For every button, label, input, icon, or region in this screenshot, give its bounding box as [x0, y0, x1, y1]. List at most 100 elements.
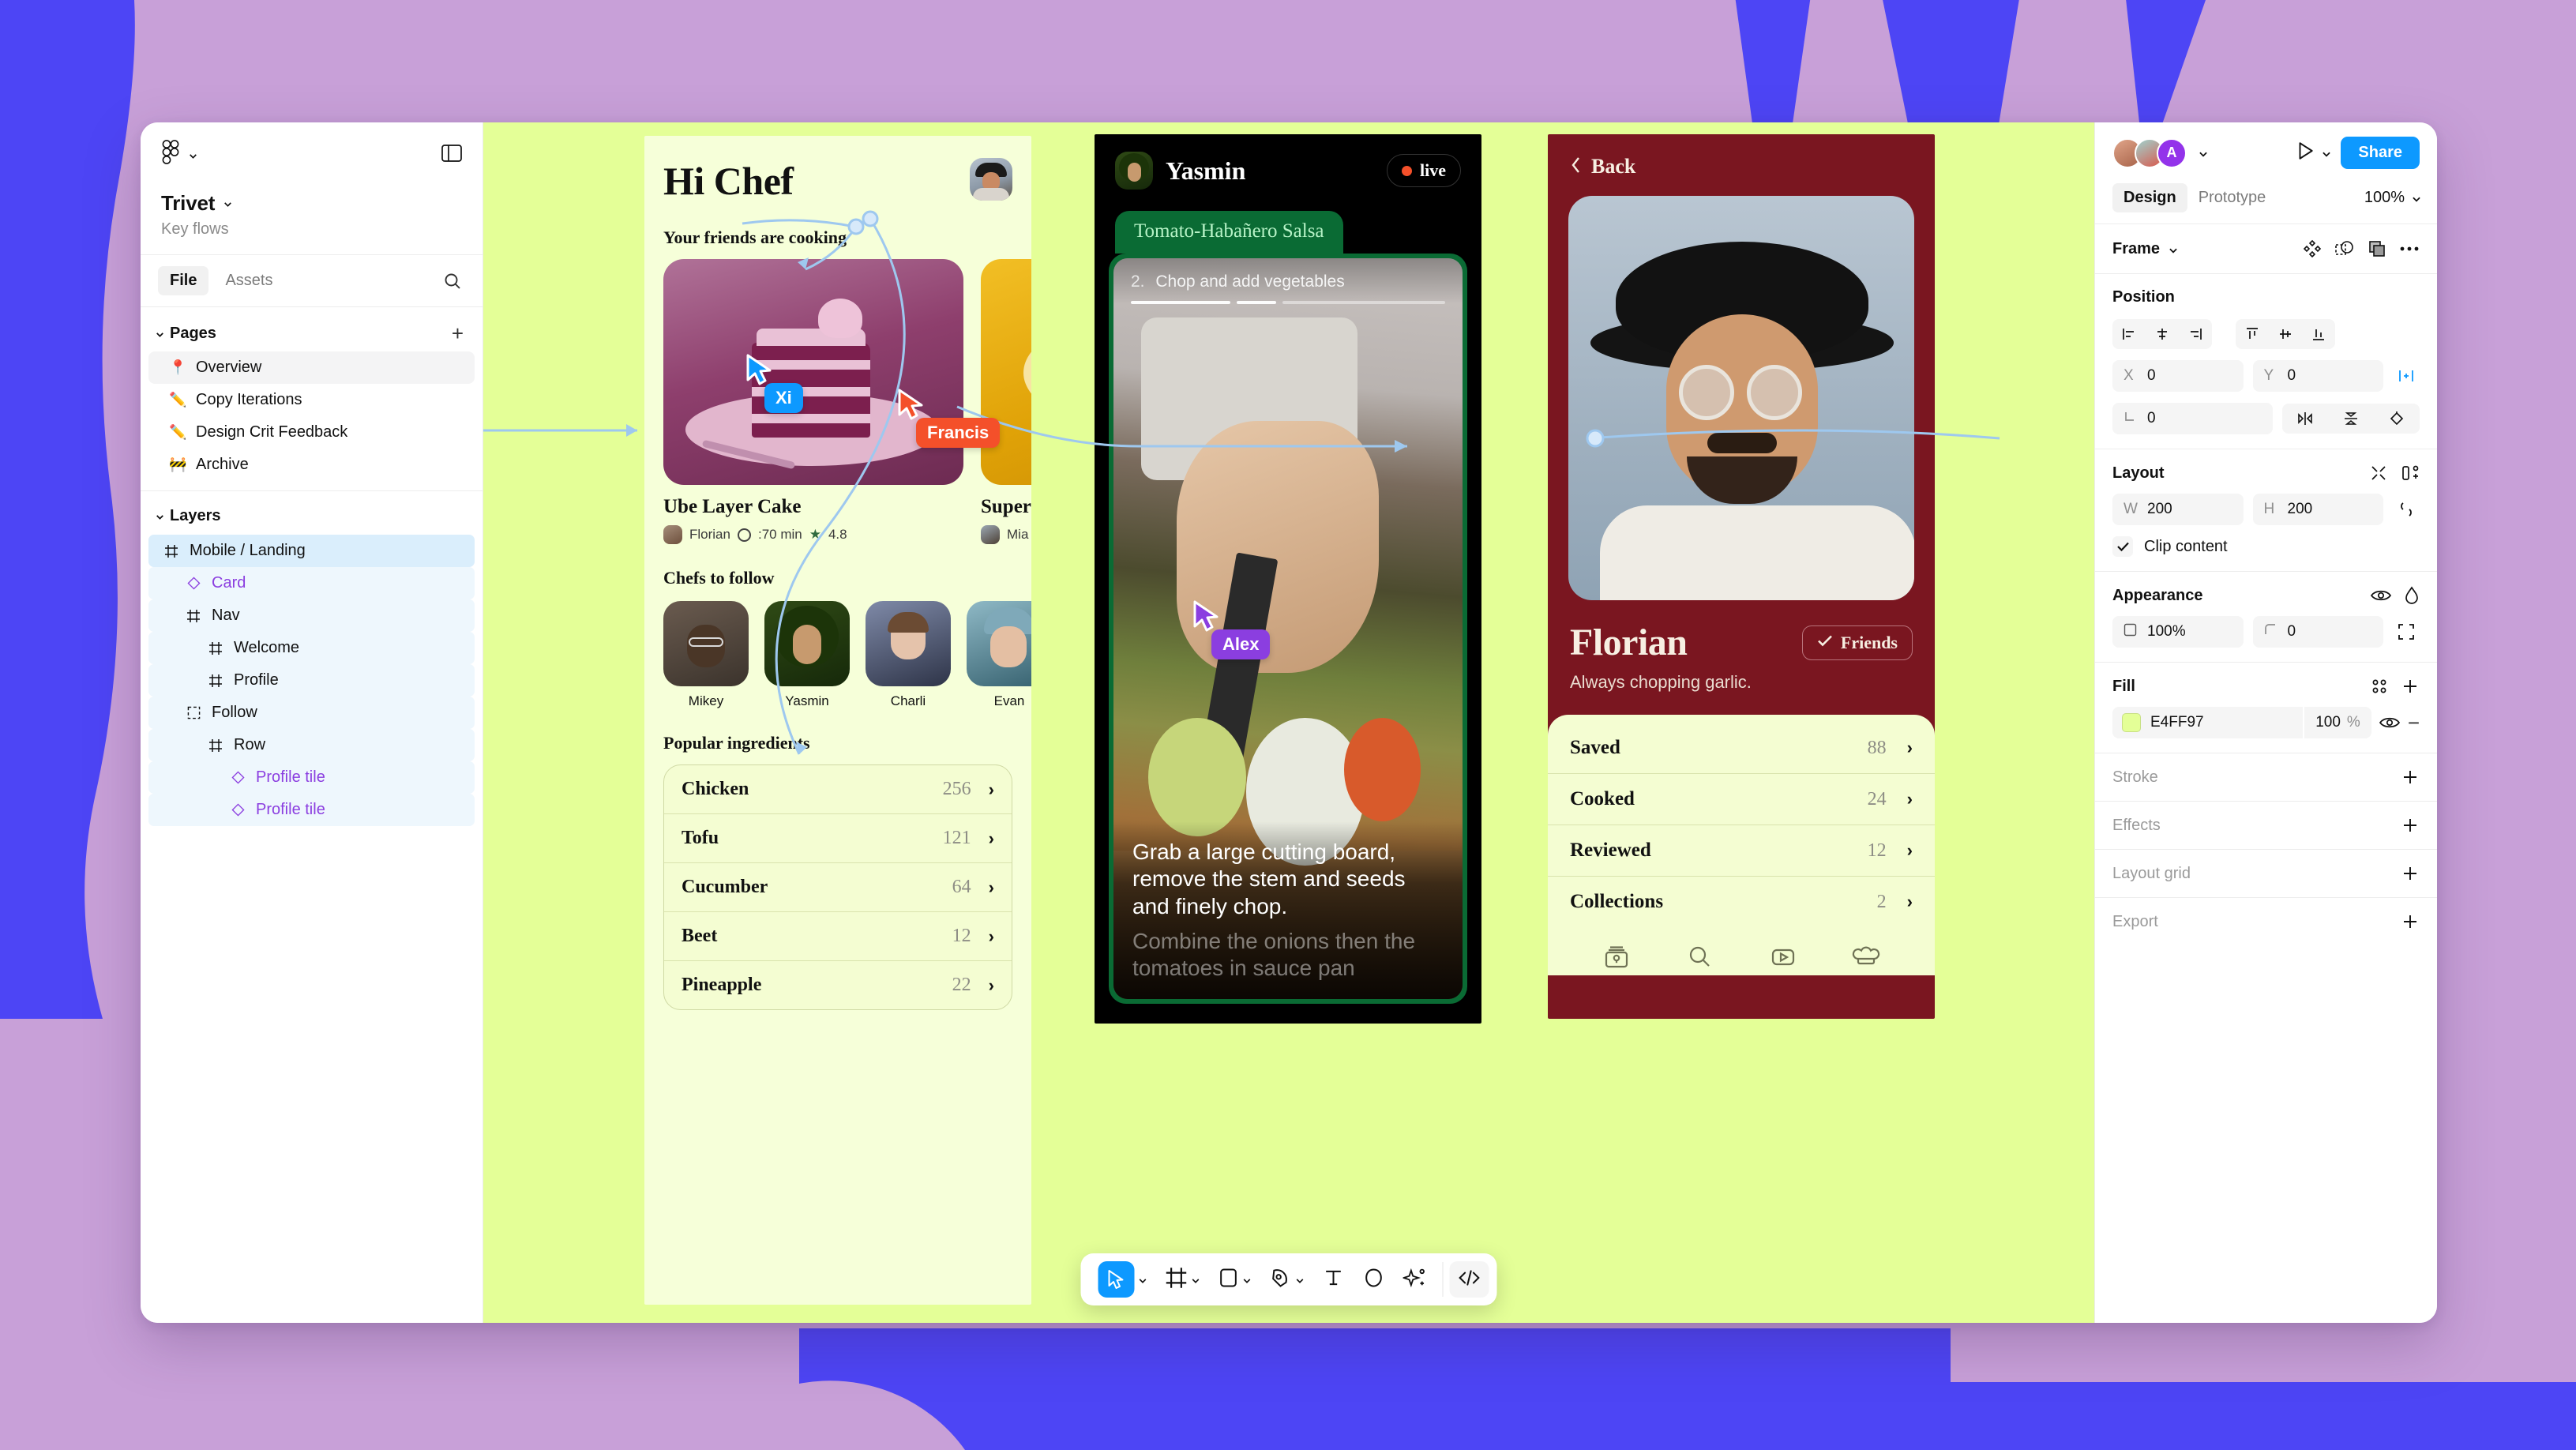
selection-type-dropdown[interactable]: Frame [2112, 240, 2177, 258]
collapse-icon[interactable] [2369, 464, 2388, 483]
plus-icon[interactable] [2401, 912, 2420, 931]
search-icon[interactable] [440, 269, 465, 294]
layer-item-nav[interactable]: Nav [148, 599, 475, 632]
comment-tool-button[interactable] [1354, 1253, 1394, 1305]
share-button[interactable]: Share [2341, 137, 2420, 169]
layer-item-card[interactable]: Card [148, 567, 475, 599]
fill-color-row[interactable]: E4FF97 100 % [2112, 707, 2371, 738]
chef-tile[interactable]: Charli [866, 601, 951, 709]
chef-tile[interactable]: Yasmin [764, 601, 850, 709]
zoom-control[interactable]: 100% [2364, 189, 2420, 207]
chef-hat-icon[interactable] [1851, 941, 1881, 971]
chef-tile[interactable]: Mikey [663, 601, 749, 709]
align-right-icon[interactable] [2179, 319, 2212, 349]
pen-tool-button[interactable] [1260, 1253, 1313, 1305]
text-tool-button[interactable] [1313, 1253, 1354, 1305]
blend-mode-icon[interactable] [2404, 586, 2420, 605]
clip-content-checkbox[interactable]: Clip content [2112, 536, 2420, 557]
list-item[interactable]: Saved 88 › [1548, 723, 1935, 774]
play-box-icon[interactable] [1768, 941, 1798, 971]
avatar[interactable]: A [2157, 137, 2187, 168]
eye-icon[interactable] [2379, 715, 2400, 731]
layer-item-profile-tile-2[interactable]: Profile tile [148, 794, 475, 826]
chevron-down-icon[interactable] [1242, 1275, 1251, 1284]
flip-vertical-icon[interactable] [2328, 404, 2374, 434]
layer-item-welcome[interactable]: Welcome [148, 632, 475, 664]
x-position-input[interactable]: X 0 [2112, 360, 2244, 392]
height-input[interactable]: H 200 [2252, 494, 2383, 525]
add-layout-icon[interactable] [2401, 464, 2420, 483]
layer-item-profile[interactable]: Profile [148, 664, 475, 697]
list-item[interactable]: Tofu 121 › [664, 814, 1012, 863]
layer-item-profile-tile-1[interactable]: Profile tile [148, 761, 475, 794]
align-bottom-icon[interactable] [2302, 319, 2335, 349]
flip-horizontal-icon[interactable] [2282, 404, 2328, 434]
add-page-button[interactable]: + [450, 323, 465, 344]
friends-badge[interactable]: Friends [1801, 625, 1913, 660]
video-stream[interactable]: 2. Chop and add vegetables Grab a large … [1113, 258, 1463, 999]
list-item[interactable]: Cucumber 64 › [664, 863, 1012, 912]
plus-icon[interactable] [2401, 816, 2420, 835]
chevron-down-icon[interactable] [1191, 1275, 1200, 1284]
chevron-down-icon[interactable] [1138, 1275, 1147, 1284]
chevron-down-icon[interactable] [1295, 1275, 1304, 1284]
frame-mobile-landing[interactable]: Hi Chef Your friends are cooking Ube Lay… [644, 136, 1031, 1305]
page-item-design-crit-feedback[interactable]: ✏️ Design Crit Feedback [148, 416, 475, 449]
page-item-archive[interactable]: 🚧 Archive [148, 449, 475, 481]
components-icon[interactable] [2303, 239, 2322, 258]
rotation-input[interactable]: 0 [2112, 403, 2273, 434]
chevron-down-icon[interactable] [2321, 148, 2331, 157]
layer-item-row[interactable]: Row [148, 729, 475, 761]
avatar[interactable] [970, 158, 1012, 201]
actions-tool-button[interactable] [1394, 1253, 1436, 1305]
layer-item-follow[interactable]: Follow [148, 697, 475, 729]
figma-menu-button[interactable] [161, 140, 197, 171]
chef-tile[interactable]: Evan [967, 601, 1031, 709]
align-left-icon[interactable] [2112, 319, 2146, 349]
tab-design[interactable]: Design [2112, 183, 2187, 212]
plus-icon[interactable] [2401, 864, 2420, 883]
list-item[interactable]: Cooked 24 › [1548, 774, 1935, 825]
list-item[interactable]: Beet 12 › [664, 912, 1012, 961]
width-input[interactable]: W 200 [2112, 494, 2244, 525]
page-item-copy-iterations[interactable]: ✏️ Copy Iterations [148, 384, 475, 416]
layers-collapse-toggle[interactable]: Layers [155, 507, 221, 525]
remove-fill-button[interactable]: − [2408, 712, 2420, 733]
independent-corners-icon[interactable] [2393, 618, 2420, 645]
mask-icon[interactable] [2334, 239, 2355, 259]
opacity-input[interactable]: 100% [2112, 616, 2244, 648]
recipe-card[interactable]: Ube Layer Cake Florian :70 min ★ 4.8 [663, 259, 963, 544]
duplicate-icon[interactable] [2368, 239, 2386, 258]
dev-mode-toggle[interactable] [1449, 1261, 1489, 1298]
corner-radius-input[interactable]: 0 [2252, 616, 2383, 648]
move-tool-button[interactable] [1089, 1253, 1156, 1305]
list-item[interactable]: Collections 2 › [1548, 877, 1935, 927]
present-button[interactable] [2296, 141, 2331, 165]
list-item[interactable]: Reviewed 12 › [1548, 825, 1935, 877]
fill-opacity-input[interactable]: 100 % [2303, 707, 2371, 738]
y-position-input[interactable]: Y 0 [2252, 360, 2383, 392]
search-icon[interactable] [1684, 941, 1714, 971]
tab-assets[interactable]: Assets [213, 266, 284, 295]
back-button[interactable]: Back [1548, 134, 1935, 178]
add-auto-layout-icon[interactable] [2393, 362, 2420, 389]
align-center-v-icon[interactable] [2269, 319, 2302, 349]
align-center-h-icon[interactable] [2146, 319, 2179, 349]
list-item[interactable]: Chicken 256 › [664, 765, 1012, 814]
frame-profile[interactable]: Back Florian Friends Always chopping gar… [1548, 134, 1935, 1019]
recipe-box-icon[interactable] [1602, 941, 1632, 971]
pages-collapse-toggle[interactable]: Pages [155, 325, 216, 343]
frame-tool-button[interactable] [1156, 1253, 1209, 1305]
align-top-icon[interactable] [2236, 319, 2269, 349]
color-swatch[interactable] [2122, 713, 2141, 732]
collaborator-avatars[interactable]: A [2112, 137, 2187, 168]
design-canvas[interactable]: Hi Chef Your friends are cooking Ube Lay… [483, 122, 2094, 1323]
plus-icon[interactable] [2401, 677, 2420, 696]
recipe-card[interactable]: Super Mia [981, 259, 1031, 544]
aspect-ratio-icon[interactable] [2393, 496, 2420, 523]
list-item[interactable]: Pineapple 22 › [664, 961, 1012, 1009]
panel-toggle-button[interactable] [441, 145, 462, 166]
page-item-overview[interactable]: 📍 Overview [148, 351, 475, 384]
layer-item-mobile-landing[interactable]: Mobile / Landing [148, 535, 475, 567]
corner-radius-icon[interactable] [2374, 404, 2420, 434]
